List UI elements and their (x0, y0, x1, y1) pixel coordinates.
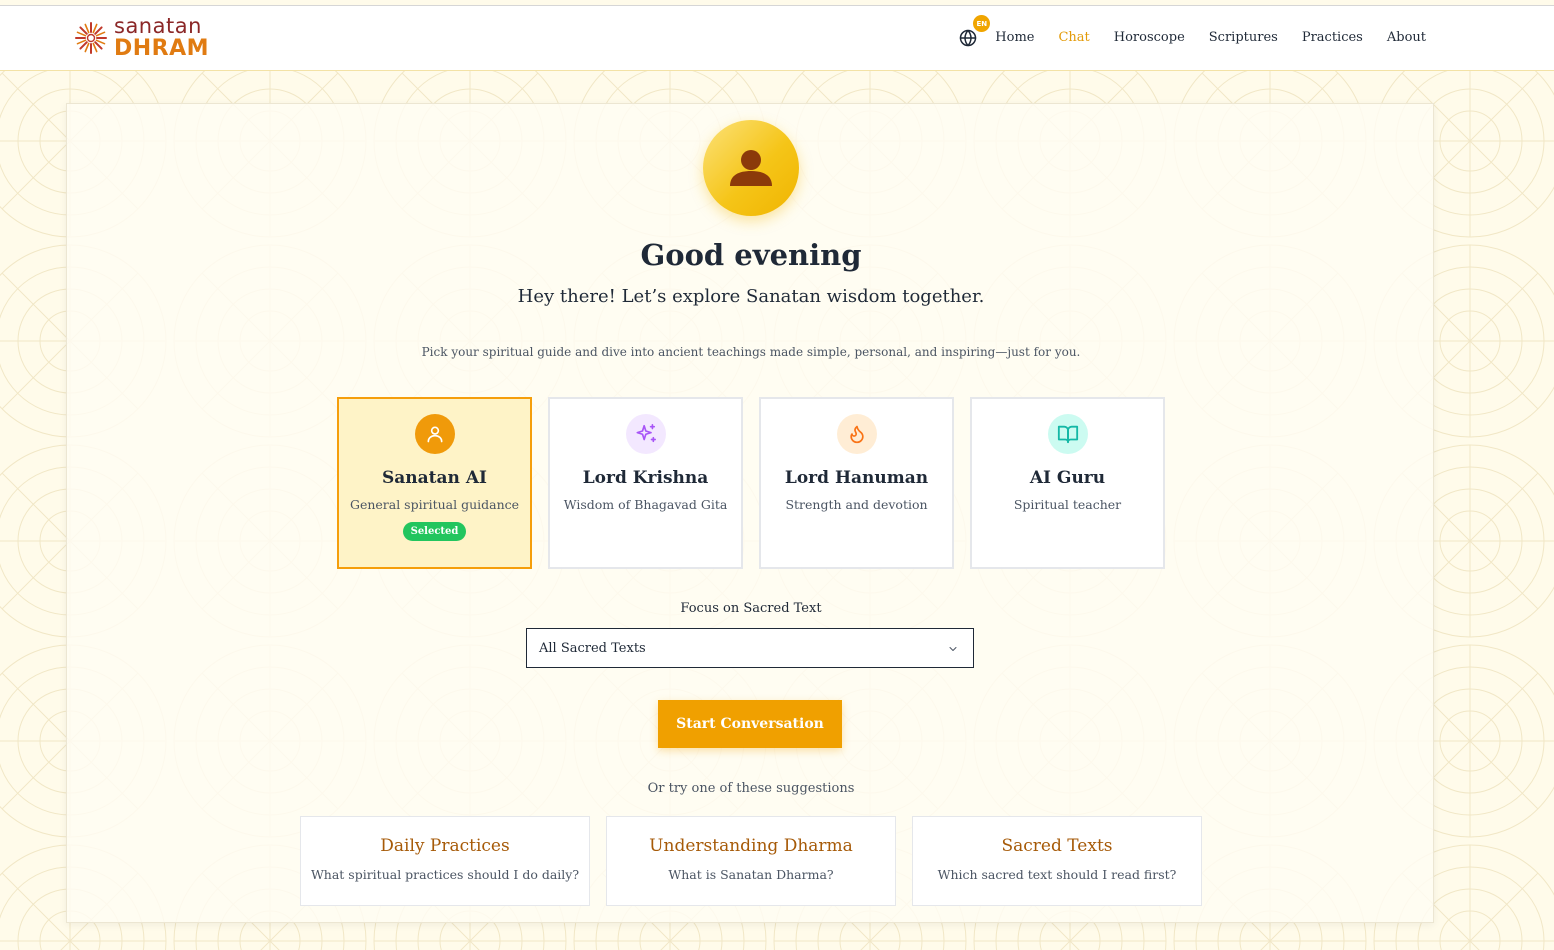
nav-link-about[interactable]: About (1387, 30, 1426, 45)
suggestion-card-sacred-texts[interactable]: Sacred Texts Which sacred text should I … (912, 816, 1202, 906)
guide-card-ai-guru[interactable]: AI Guru Spiritual teacher (970, 397, 1165, 569)
user-icon (427, 426, 442, 443)
language-switcher[interactable]: EN (959, 15, 991, 47)
guide-subtitle: Wisdom of Bhagavad Gita (563, 497, 728, 512)
guide-card-lord-krishna[interactable]: Lord Krishna Wisdom of Bhagavad Gita (548, 397, 743, 569)
chevron-down-icon (949, 647, 957, 651)
suggestion-title: Sacred Texts (1001, 836, 1113, 856)
sun-mandala-logo-icon (75, 22, 107, 54)
suggestion-question: What spiritual practices should I do dai… (310, 867, 580, 882)
suggestion-title: Understanding Dharma (649, 836, 853, 856)
nav-link-horoscope[interactable]: Horoscope (1114, 30, 1185, 45)
suggestion-card-daily-practices[interactable]: Daily Practices What spiritual practices… (300, 816, 590, 906)
guide-name: AI Guru (1029, 468, 1106, 488)
greeting-heading: Good evening (640, 238, 862, 272)
guide-card-lord-hanuman[interactable]: Lord Hanuman Strength and devotion (759, 397, 954, 569)
start-conversation-button[interactable]: Start Conversation (658, 700, 842, 748)
guide-subtitle: General spiritual guidance (349, 497, 520, 512)
book-open-icon (1057, 425, 1078, 444)
sparkles-icon (635, 424, 656, 443)
site-header: sanatan DHRAM EN Home Chat Horoscope Scr… (0, 6, 1554, 71)
suggestion-question: Which sacred text should I read first? (937, 867, 1177, 882)
guide-icon-circle (1047, 414, 1088, 454)
user-icon (730, 150, 772, 186)
guide-icon-circle (625, 414, 666, 454)
suggestion-title: Daily Practices (380, 836, 510, 856)
nav-link-scriptures[interactable]: Scriptures (1209, 30, 1278, 45)
globe-icon (960, 29, 977, 47)
site-logo[interactable]: sanatan DHRAM (74, 12, 209, 64)
nav-link-home[interactable]: Home (995, 30, 1034, 45)
guide-name: Sanatan AI (382, 468, 487, 488)
language-badge: EN (973, 15, 991, 32)
greeting-description: Pick your spiritual guide and dive into … (421, 345, 1081, 359)
main-nav: EN Home Chat Horoscope Scriptures Practi… (959, 6, 1426, 68)
guide-name: Lord Hanuman (784, 468, 929, 488)
flame-icon (849, 425, 864, 444)
hero-avatar (703, 120, 799, 216)
suggestion-question: What is Sanatan Dharma? (668, 867, 834, 882)
chat-welcome-card: Good evening Hey there! Let’s explore Sa… (66, 103, 1434, 923)
suggestions-intro: Or try one of these suggestions (647, 781, 855, 796)
suggestion-card-understanding-dharma[interactable]: Understanding Dharma What is Sanatan Dha… (606, 816, 896, 906)
nav-link-chat[interactable]: Chat (1058, 30, 1089, 45)
guide-icon-circle (414, 414, 455, 454)
sacred-text-selected-value: All Sacred Texts (539, 640, 646, 656)
logo-wordmark-top: sanatan (114, 14, 202, 38)
greeting-subtitle: Hey there! Let’s explore Sanatan wisdom … (517, 286, 985, 307)
guide-subtitle: Strength and devotion (785, 497, 928, 512)
guide-name: Lord Krishna (582, 468, 709, 488)
guide-card-sanatan-ai[interactable]: Sanatan AI General spiritual guidance Se… (337, 397, 532, 569)
guide-subtitle: Spiritual teacher (1013, 497, 1122, 512)
guide-icon-circle (836, 414, 877, 454)
sacred-text-select[interactable]: All Sacred Texts (526, 628, 974, 668)
sacred-text-label: Focus on Sacred Text (680, 601, 822, 616)
logo-wordmark-bottom: DHRAM (114, 36, 210, 61)
selected-badge: Selected (402, 522, 467, 541)
nav-link-practices[interactable]: Practices (1302, 30, 1363, 45)
